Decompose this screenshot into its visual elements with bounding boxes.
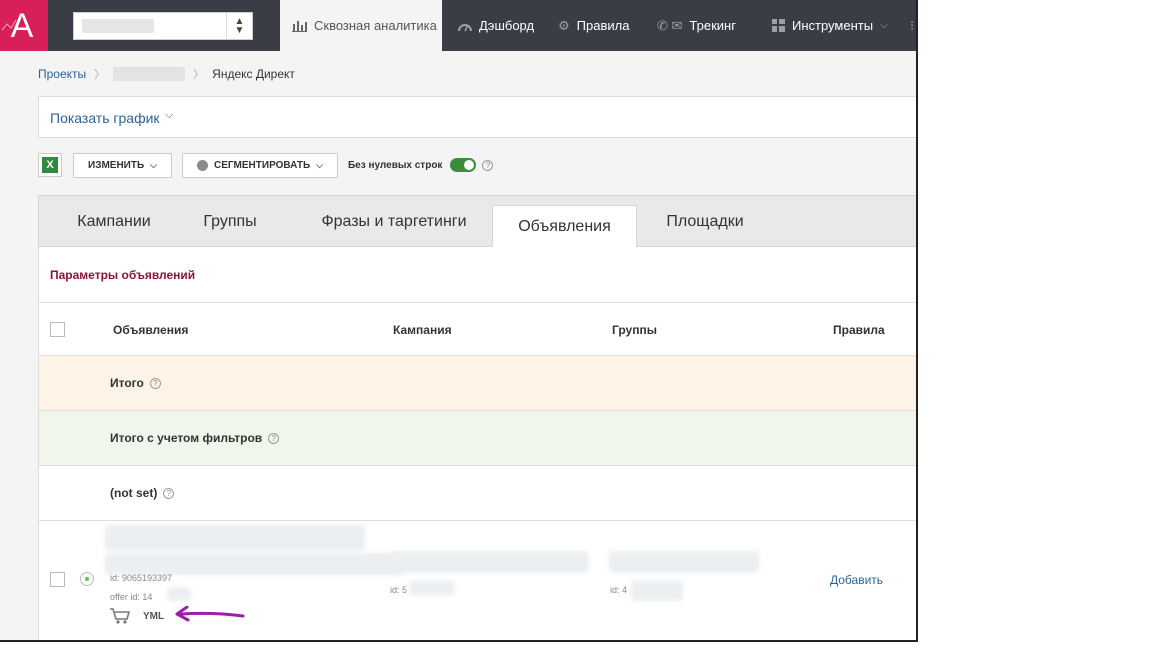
total-label-text: Итого <box>110 376 144 390</box>
toggle-knob <box>464 160 475 170</box>
add-rule-link[interactable]: Добавить <box>830 573 883 587</box>
nav-end-to-end-analytics-label: Сквозная аналитика <box>314 18 437 33</box>
nav-tools[interactable]: Инструменты ⌵ <box>772 0 888 51</box>
tab-phrases-targeting[interactable]: Фразы и таргетинги <box>299 196 489 247</box>
total-filtered-label: Итого с учетом фильтров ? <box>110 431 280 445</box>
toolbar: X Изменить ⌵ Сегментировать ⌵ Без нулевы… <box>38 152 494 178</box>
chevron-down-icon: ⌵ <box>316 159 323 170</box>
ads-report-panel: Параметры объявлений Объявления Кампания… <box>38 247 916 640</box>
tab-phrases-targeting-label: Фразы и таргетинги <box>321 212 467 230</box>
breadcrumb: Проекты 〉 〉 Яндекс Директ <box>38 66 295 82</box>
nav-rules[interactable]: ⚙ Правила <box>558 0 629 51</box>
group-id-redacted <box>631 581 683 601</box>
top-navigation-bar: A ▲ ▼ Сквозная аналитика Дэшборд ⚙ Прави… <box>0 0 916 51</box>
excel-icon: X <box>42 157 58 173</box>
nav-dashboard[interactable]: Дэшборд <box>458 0 534 51</box>
excel-export-button[interactable]: X <box>38 153 62 177</box>
tab-ads[interactable]: Объявления <box>492 205 637 248</box>
logo-letter: A <box>11 7 34 45</box>
no-zero-rows-toggle[interactable] <box>450 158 477 172</box>
nav-tracking[interactable]: ✆ ✉ Трекинг <box>657 0 736 51</box>
ad-text-redacted <box>105 553 405 575</box>
project-select-value-redacted <box>82 19 154 33</box>
help-icon[interactable]: ? <box>268 432 280 444</box>
offer-id: offer id: 14 <box>110 592 153 602</box>
report-tabs: Кампании Группы Фразы и таргетинги Объяв… <box>38 195 916 248</box>
more-icon: ⁝ <box>910 17 915 33</box>
select-arrows-icon: ▲ ▼ <box>226 13 252 39</box>
not-set-label: (not set) ? <box>110 486 175 500</box>
change-button-label: Изменить <box>88 159 145 171</box>
breadcrumb-separator-icon: 〉 <box>94 69 106 81</box>
tab-campaigns-label: Кампании <box>77 212 151 230</box>
app-window: A ▲ ▼ Сквозная аналитика Дэшборд ⚙ Прави… <box>0 0 918 642</box>
help-icon[interactable]: ? <box>163 487 175 499</box>
row-select-checkbox[interactable] <box>50 572 65 587</box>
offer-id-redacted <box>167 587 191 601</box>
segment-button-label: Сегментировать <box>214 159 311 171</box>
campaign-id: id: 5 <box>390 585 408 595</box>
gears-icon: ⚙ <box>558 17 570 33</box>
group-id: id: 4 <box>610 585 628 595</box>
table-header-row: Объявления Кампания Группы Правила <box>39 302 916 355</box>
breadcrumb-current: Яндекс Директ <box>212 67 295 81</box>
help-icon[interactable]: ? <box>482 159 494 171</box>
chevron-down-icon: ⌵ <box>165 109 174 121</box>
total-filtered-row: Итого с учетом фильтров ? <box>39 410 916 465</box>
no-zero-rows-label: Без нулевых строк <box>347 159 443 171</box>
nav-tracking-label: Трекинг <box>689 18 736 33</box>
bar-chart-icon <box>292 21 307 32</box>
tab-placements[interactable]: Площадки <box>647 196 763 247</box>
total-label: Итого ? <box>110 376 161 390</box>
ad-title-redacted[interactable] <box>105 525 365 551</box>
tab-groups-label: Группы <box>203 212 257 230</box>
nav-more-icon[interactable]: ⁝ <box>910 0 914 51</box>
chevron-down-icon: ⌵ <box>150 159 157 170</box>
campaign-id-redacted <box>409 581 455 595</box>
show-chart-bar[interactable]: Показать график ⌵ <box>38 96 916 138</box>
annotation-arrow-icon <box>175 606 245 622</box>
grid-icon <box>772 19 785 32</box>
select-all-checkbox[interactable] <box>50 322 65 337</box>
column-header-ads[interactable]: Объявления <box>113 323 188 337</box>
breadcrumb-project-redacted[interactable] <box>113 67 186 81</box>
total-row: Итого ? <box>39 355 916 410</box>
breadcrumb-projects-link[interactable]: Проекты <box>38 67 86 81</box>
column-header-campaign[interactable]: Кампания <box>393 323 452 337</box>
help-icon[interactable]: ? <box>149 377 161 389</box>
segment-button[interactable]: Сегментировать ⌵ <box>182 152 338 178</box>
nav-rules-label: Правила <box>576 18 630 33</box>
yml-label: YML <box>143 611 165 622</box>
shopping-cart-icon <box>110 608 131 624</box>
project-select[interactable]: ▲ ▼ <box>73 12 253 40</box>
ad-id: id: 9065193397 <box>110 573 173 583</box>
nav-end-to-end-analytics[interactable]: Сквозная аналитика <box>280 0 442 51</box>
group-name-redacted[interactable] <box>609 551 759 573</box>
total-filtered-label-text: Итого с учетом фильтров <box>110 431 263 445</box>
tab-campaigns[interactable]: Кампании <box>51 196 177 247</box>
nav-tools-label: Инструменты <box>792 18 874 33</box>
logo-icon: A <box>0 0 48 51</box>
tab-placements-label: Площадки <box>666 212 744 230</box>
status-active-icon <box>80 572 94 586</box>
tab-ads-label: Объявления <box>518 218 611 235</box>
nav-dashboard-label: Дэшборд <box>479 18 535 33</box>
not-set-row: (not set) ? <box>39 465 916 520</box>
ad-parameters-title[interactable]: Параметры объявлений <box>50 268 195 282</box>
breadcrumb-separator-icon: 〉 <box>193 69 205 81</box>
not-set-label-text: (not set) <box>110 486 158 500</box>
phone-mail-icon: ✆ ✉ <box>657 17 683 33</box>
globe-icon <box>197 159 208 171</box>
tab-groups[interactable]: Группы <box>177 196 283 247</box>
column-header-rules[interactable]: Правила <box>833 323 885 337</box>
chevron-down-icon: ⌵ <box>880 20 888 31</box>
app-logo[interactable]: A <box>0 0 48 51</box>
show-chart-label: Показать график <box>50 110 160 126</box>
ad-table-row: id: 9065193397 offer id: 14 YML id: 5 id… <box>39 520 916 638</box>
gauge-icon <box>458 23 472 31</box>
column-header-groups[interactable]: Группы <box>612 323 657 337</box>
change-button[interactable]: Изменить ⌵ <box>73 152 172 178</box>
campaign-name-redacted[interactable] <box>389 551 589 573</box>
